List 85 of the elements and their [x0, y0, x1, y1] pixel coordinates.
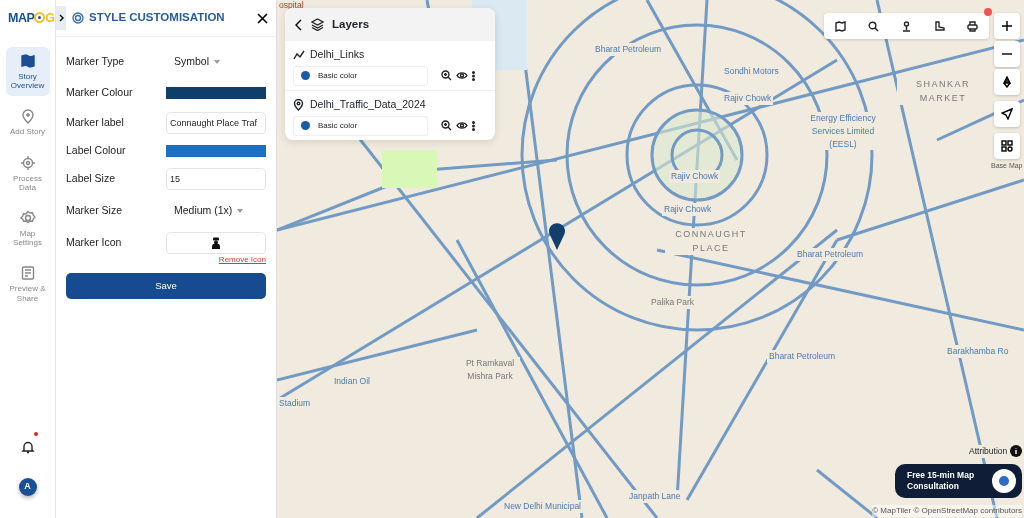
pin-icon: [293, 98, 305, 111]
layer-name[interactable]: Delhi_Traffic_Data_2024: [310, 96, 426, 113]
input-field[interactable]: Connaught Place Traf: [166, 112, 266, 134]
field-label: Marker label: [66, 115, 125, 131]
gear-icon: [19, 154, 36, 171]
compass-icon: [1001, 76, 1013, 88]
field-label: Marker Type: [66, 54, 126, 70]
caret-icon: [214, 60, 220, 64]
remove-icon-link[interactable]: Remove Icon: [218, 254, 266, 266]
map-label: Bharat Petroleum: [795, 248, 866, 261]
layer-style[interactable]: Basic color: [318, 69, 358, 82]
police-officer-icon: [211, 236, 221, 249]
basemap-icon: [1001, 140, 1013, 152]
pin-plus-icon: [19, 108, 36, 125]
zoom-in-icon[interactable]: [441, 120, 452, 131]
dropdown[interactable]: Medium (1x): [166, 202, 244, 219]
more-icon[interactable]: [472, 120, 475, 131]
dropdown[interactable]: Symbol: [166, 54, 220, 70]
pin-icon[interactable]: [901, 20, 912, 32]
field-label: Label Colour: [66, 142, 127, 158]
map-label: Palika Park: [649, 296, 696, 309]
chevron-left-icon: [295, 18, 303, 31]
zoom-in-icon[interactable]: [441, 70, 452, 82]
input-field[interactable]: 15: [166, 167, 266, 190]
map-icon[interactable]: [835, 20, 846, 32]
palette-icon: [72, 12, 84, 24]
line-chart-icon: [293, 48, 305, 61]
avatar[interactable]: A: [18, 478, 37, 496]
info-icon[interactable]: [1010, 445, 1023, 458]
navigation-icon: [1001, 108, 1013, 120]
save-button[interactable]: Save: [66, 273, 266, 299]
layers-title: Layers: [332, 16, 370, 32]
layers-icon: [311, 18, 324, 31]
map-label: Barakhamba Ro: [945, 345, 1011, 358]
map-label: Rajiv Chowk: [662, 203, 714, 216]
bell-icon[interactable]: [20, 439, 35, 454]
attribution-label: Attribution: [969, 445, 1008, 458]
field-label: Marker Colour: [66, 85, 134, 101]
map-label: Rajiv Chowk: [669, 170, 721, 183]
map-label: Bharat Petroleum: [767, 350, 838, 363]
panel-title: STYLE CUSTOMISATION: [89, 10, 226, 26]
close-icon: [257, 12, 268, 24]
zoom-in-icon: [1001, 20, 1013, 32]
eye-icon[interactable]: [456, 121, 468, 130]
map-icon: [19, 53, 36, 69]
color-swatch[interactable]: [166, 87, 266, 99]
sidebar-item[interactable]: Process Data: [5, 148, 50, 198]
search-icon[interactable]: [868, 20, 879, 32]
zoom-in-button[interactable]: [994, 13, 1020, 39]
field-label: Label Size: [66, 170, 117, 186]
compass-button[interactable]: [994, 69, 1020, 95]
boot-icon[interactable]: [934, 20, 945, 32]
color-swatch[interactable]: [166, 144, 266, 157]
sidebar-item[interactable]: Preview & Share: [5, 259, 50, 309]
map-credits: © MapTiler © OpenStreetMap contributors: [872, 505, 1022, 517]
sidebar-item[interactable]: Story Overview: [5, 47, 50, 97]
locate-button[interactable]: [994, 101, 1020, 127]
settings-icon: [19, 209, 36, 226]
caret-icon: [237, 208, 244, 213]
close-badge[interactable]: [984, 8, 992, 16]
field-label: Marker Size: [66, 202, 123, 218]
logo: MAP G: [8, 10, 55, 27]
zoom-out-button[interactable]: [994, 41, 1020, 67]
map-label: Rajiv Chowk: [722, 92, 774, 105]
more-icon[interactable]: [472, 70, 475, 81]
map-marker-icon: [548, 221, 566, 251]
map-label: Energy Efficiency Services Limited (EESL): [807, 112, 879, 151]
sidebar-item[interactable]: Add Story: [5, 102, 50, 143]
back-button[interactable]: [295, 18, 303, 31]
eye-icon[interactable]: [456, 71, 468, 81]
basemap-button[interactable]: [994, 133, 1020, 159]
consultation-button[interactable]: Free 15-min Map Consultation: [895, 464, 1022, 498]
map-label: Bharat Petroleum: [593, 43, 664, 56]
map-label: New Delhi Municipal: [502, 500, 583, 513]
expand-toggle[interactable]: [56, 6, 66, 30]
layer-style[interactable]: Basic color: [318, 119, 358, 132]
document-icon: [19, 265, 36, 282]
chevron-right-icon: [58, 14, 64, 22]
target-icon: [34, 12, 46, 23]
sidebar-item[interactable]: Map Settings: [5, 203, 50, 254]
map-label: Janpath Lane: [627, 490, 683, 503]
layer-name[interactable]: Delhi_Links: [310, 47, 365, 63]
icon-picker[interactable]: [166, 231, 266, 254]
field-label: Marker Icon: [66, 234, 123, 250]
printer-icon[interactable]: [967, 20, 978, 32]
